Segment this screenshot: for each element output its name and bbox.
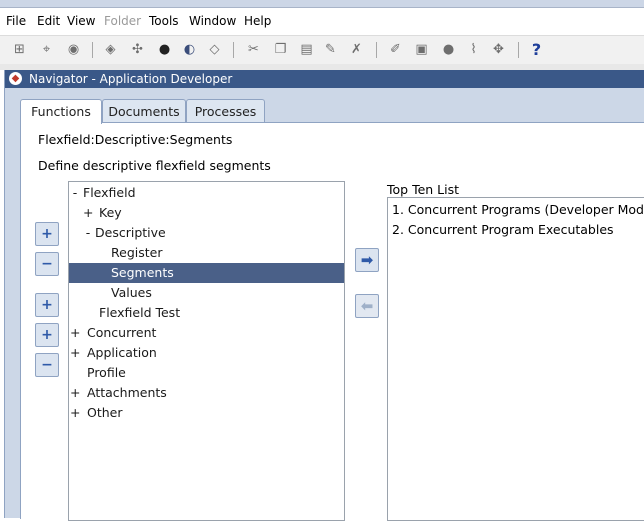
help-icon[interactable]: ? — [528, 41, 545, 58]
window-title: Navigator - Application Developer — [29, 72, 233, 86]
toolbar: ⊞ ⌖ ◉ ◈ ✣ ● ◐ ◇ ✂ ❐ ▤ ✎ ✗ ✐ ▣ ● ⌇ ✥ ? — [0, 35, 644, 65]
tree-label: Values — [111, 285, 152, 300]
tree-label: Descriptive — [95, 225, 166, 240]
menu-view[interactable]: View — [67, 14, 95, 28]
tree-row[interactable]: Profile — [69, 363, 344, 383]
menu-edit[interactable]: Edit — [37, 14, 60, 28]
tree-label: Register — [111, 245, 163, 260]
tree-row[interactable]: + Attachments — [69, 383, 344, 403]
tree-expander[interactable]: - — [70, 183, 80, 203]
collapse-button[interactable]: − — [35, 252, 59, 276]
tree-row[interactable]: Flexfield Test — [69, 303, 344, 323]
open-icon[interactable]: ⌖ — [38, 41, 55, 58]
copy-icon[interactable]: ❐ — [272, 41, 289, 58]
tree-label: Application — [87, 345, 157, 360]
collapse-all-button[interactable]: − — [35, 353, 59, 377]
remove-from-top-ten-button[interactable]: ⬅ — [355, 294, 379, 318]
top-ten-item[interactable]: 1. Concurrent Programs (Developer Mode) — [392, 202, 644, 217]
expand-button[interactable]: + — [35, 222, 59, 246]
breadcrumb: Flexfield:Descriptive:Segments — [38, 132, 233, 147]
tree-label: Flexfield Test — [99, 305, 181, 320]
tree-expander[interactable]: + — [83, 203, 93, 223]
function-tree[interactable]: - Flexfield + Key - Descriptive Register Se… — [68, 181, 345, 521]
menu-file[interactable]: File — [6, 14, 26, 28]
tree-row[interactable]: Register — [69, 243, 344, 263]
add-to-top-ten-button[interactable]: ➡ — [355, 248, 379, 272]
toolbar-separator — [92, 42, 93, 58]
expand-all-button[interactable]: + — [35, 323, 59, 347]
circle-icon[interactable]: ● — [440, 41, 457, 58]
top-ten-list[interactable]: 1. Concurrent Programs (Developer Mode) … — [387, 197, 644, 521]
tree-row[interactable]: Values — [69, 283, 344, 303]
tree-label: Key — [99, 205, 122, 220]
save-icon[interactable]: ◉ — [65, 41, 82, 58]
tree-label: Profile — [87, 365, 126, 380]
tab-documents[interactable]: Documents — [102, 99, 186, 123]
tab-processes[interactable]: Processes — [186, 99, 265, 123]
tree-expander[interactable]: - — [83, 223, 93, 243]
tree-expander[interactable]: + — [70, 403, 80, 423]
function-description: Define descriptive flexfield segments — [38, 158, 271, 173]
zoom-field-icon[interactable]: ▣ — [413, 41, 430, 58]
tree-row[interactable]: + Other — [69, 403, 344, 423]
functions-panel: Flexfield:Descriptive:Segments Define de… — [20, 122, 644, 521]
tree-label: Attachments — [87, 385, 167, 400]
clear-record-icon[interactable]: ✎ — [322, 41, 339, 58]
top-ten-item[interactable]: 2. Concurrent Program Executables — [392, 222, 614, 237]
menu-folder[interactable]: Folder — [104, 14, 141, 28]
expand-branch-button[interactable]: + — [35, 293, 59, 317]
tree-expander[interactable]: + — [70, 383, 80, 403]
oracle-logo-icon: ◆ — [9, 72, 22, 85]
translate-icon[interactable]: ◐ — [181, 41, 198, 58]
menu-window[interactable]: Window — [189, 14, 236, 28]
tree-row[interactable]: - Flexfield — [69, 183, 344, 203]
find-icon[interactable]: ✣ — [129, 41, 146, 58]
app-top-strip — [0, 0, 644, 8]
delete-icon[interactable]: ✗ — [348, 41, 365, 58]
menu-bar: File Edit View Folder Tools Window Help — [0, 8, 644, 34]
tree-row[interactable]: + Concurrent — [69, 323, 344, 343]
print-icon[interactable]: ◈ — [102, 41, 119, 58]
toolbar-separator — [376, 42, 377, 58]
tree-row[interactable]: + Key — [69, 203, 344, 223]
new-icon[interactable]: ⊞ — [11, 41, 28, 58]
zoom-icon[interactable]: ● — [156, 41, 173, 58]
menu-help[interactable]: Help — [244, 14, 271, 28]
navigator-window: ◆ Navigator - Application Developer Func… — [4, 70, 644, 521]
edit-field-icon[interactable]: ✐ — [387, 41, 404, 58]
tree-label: Segments — [111, 265, 174, 280]
tree-row[interactable]: + Application — [69, 343, 344, 363]
tree-row-selected[interactable]: Segments — [69, 263, 344, 283]
window-title-bar[interactable]: ◆ Navigator - Application Developer — [5, 70, 644, 88]
cut-icon[interactable]: ✂ — [245, 41, 262, 58]
tree-label: Concurrent — [87, 325, 157, 340]
toolbar-separator — [518, 42, 519, 58]
paperclip-icon[interactable]: ⌇ — [465, 41, 482, 58]
menu-tools[interactable]: Tools — [149, 14, 179, 28]
tab-functions[interactable]: Functions — [20, 99, 102, 124]
tree-expander[interactable]: + — [70, 343, 80, 363]
folder-tools-icon[interactable]: ✥ — [490, 41, 507, 58]
tree-row[interactable]: - Descriptive — [69, 223, 344, 243]
tree-label: Other — [87, 405, 123, 420]
tree-expander[interactable]: + — [70, 323, 80, 343]
attachments-icon[interactable]: ◇ — [206, 41, 223, 58]
top-ten-label: Top Ten List — [387, 182, 460, 197]
paste-icon[interactable]: ▤ — [298, 41, 315, 58]
toolbar-separator — [233, 42, 234, 58]
tree-label: Flexfield — [83, 185, 136, 200]
